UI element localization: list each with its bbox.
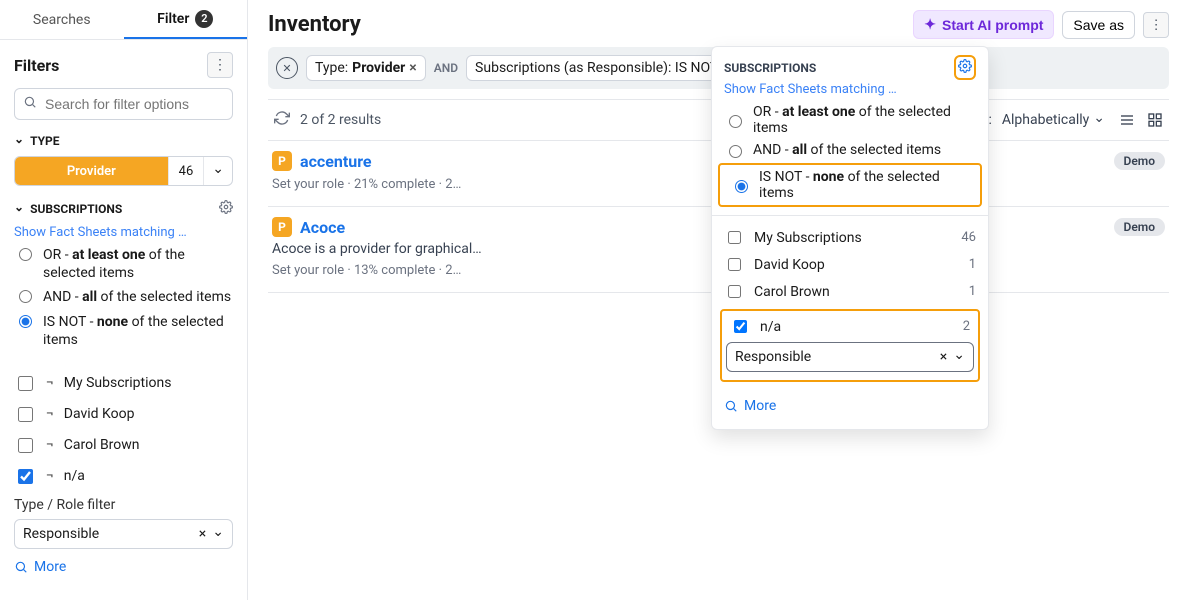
popover-role-value: Responsible xyxy=(735,349,934,365)
chip-type[interactable]: Type: Provider × xyxy=(306,55,426,81)
chip-type-close[interactable]: × xyxy=(409,60,416,76)
popover-role-select[interactable]: Responsible × xyxy=(726,342,974,372)
chevron-down-icon xyxy=(14,134,24,148)
tab-filter[interactable]: Filter 2 xyxy=(124,0,248,39)
sparkle-icon: ✦ xyxy=(924,16,936,33)
save-as-button[interactable]: Save as xyxy=(1062,11,1135,39)
subscriptions-section-label: Subscriptions xyxy=(30,202,122,216)
popover-check-my[interactable]: My Subscriptions46 xyxy=(712,224,988,251)
provider-badge: P xyxy=(272,151,292,171)
popover-gear-highlight[interactable] xyxy=(954,55,976,80)
popover-radio-isnot[interactable]: IS NOT - none of the selected items xyxy=(718,163,982,207)
provider-pill-label: Provider xyxy=(15,157,168,185)
type-provider-pill[interactable]: Provider 46 xyxy=(14,156,233,186)
popover-check-carol[interactable]: Carol Brown1 xyxy=(712,278,988,305)
sidebar-tabs: Searches Filter 2 xyxy=(0,0,247,40)
check-david-koop[interactable]: ¬David Koop xyxy=(14,404,233,425)
search-icon xyxy=(23,95,37,113)
demo-badge: Demo xyxy=(1114,152,1166,170)
popover-more-link[interactable]: More xyxy=(712,392,788,414)
filters-title: Filters xyxy=(14,56,59,75)
item-name-link[interactable]: accenture xyxy=(300,152,372,171)
tab-filter-label: Filter xyxy=(157,11,189,27)
page-title: Inventory xyxy=(268,12,361,37)
matching-hint: Show Fact Sheets matching … xyxy=(14,225,233,240)
popover-check-david[interactable]: David Koop1 xyxy=(712,251,988,278)
sort-select[interactable]: Alphabetically xyxy=(1002,112,1105,128)
start-ai-prompt-button[interactable]: ✦Start AI prompt xyxy=(913,10,1054,39)
chevron-down-icon xyxy=(1093,112,1105,128)
check-carol-brown[interactable]: ¬Carol Brown xyxy=(14,435,233,456)
radio-isnot-label: IS NOT - none of the selected items xyxy=(43,313,233,349)
filters-menu-icon[interactable]: ⋮ xyxy=(207,52,233,78)
clear-icon[interactable]: × xyxy=(940,349,947,365)
refresh-icon[interactable] xyxy=(274,110,290,130)
radio-and-input[interactable] xyxy=(19,290,32,303)
result-count: 2 of 2 results xyxy=(300,112,381,128)
clear-icon[interactable]: × xyxy=(199,526,206,542)
radio-isnot[interactable]: IS NOT - none of the selected items xyxy=(14,313,233,349)
and-operator: AND xyxy=(434,61,458,75)
filter-count-badge: 2 xyxy=(195,10,213,28)
popover-title: SUBSCRIPTIONS xyxy=(724,61,816,75)
type-section-label: Type xyxy=(30,134,59,148)
check-na[interactable]: ¬n/a xyxy=(14,466,233,487)
filter-search[interactable] xyxy=(14,88,233,120)
radio-and-label: AND - all of the selected items xyxy=(43,288,233,306)
popover-radio-and[interactable]: AND - all of the selected items xyxy=(712,139,988,161)
chevron-down-icon[interactable] xyxy=(953,349,965,365)
popover-hint: Show Fact Sheets matching … xyxy=(712,82,988,101)
header-more-button[interactable]: ⋮ xyxy=(1143,12,1169,38)
subscriptions-section-toggle[interactable]: Subscriptions xyxy=(14,200,233,217)
list-view-icon[interactable] xyxy=(1115,108,1139,132)
radio-or-input[interactable] xyxy=(19,248,32,261)
type-section-toggle[interactable]: Type xyxy=(14,134,233,148)
filter-search-input[interactable] xyxy=(43,95,228,113)
role-filter-label: Type / Role filter xyxy=(14,497,233,513)
check-my-subscriptions[interactable]: ¬My Subscriptions xyxy=(14,373,233,394)
radio-or[interactable]: OR - at least one of the selected items xyxy=(14,246,233,282)
demo-badge: Demo xyxy=(1114,218,1166,236)
popover-check-na[interactable]: n/a2 xyxy=(726,315,974,342)
provider-badge: P xyxy=(272,217,292,237)
role-filter-select[interactable]: Responsible × xyxy=(14,519,233,549)
item-name-link[interactable]: Acoce xyxy=(300,218,345,237)
role-filter-value: Responsible xyxy=(23,526,193,542)
provider-pill-caret[interactable] xyxy=(203,157,232,185)
radio-or-label: OR - at least one of the selected items xyxy=(43,246,233,282)
radio-and[interactable]: AND - all of the selected items xyxy=(14,288,233,306)
grid-view-icon[interactable] xyxy=(1143,108,1167,132)
provider-pill-count: 46 xyxy=(168,157,204,185)
gear-icon[interactable] xyxy=(219,200,233,217)
tab-searches[interactable]: Searches xyxy=(0,0,124,39)
clear-all-filters[interactable]: ✕ xyxy=(276,57,298,79)
chevron-down-icon xyxy=(14,202,24,216)
more-link[interactable]: More xyxy=(14,559,66,575)
subscriptions-popover: SUBSCRIPTIONS Show Fact Sheets matching … xyxy=(711,46,989,430)
popover-radio-or[interactable]: OR - at least one of the selected items xyxy=(712,101,988,139)
radio-isnot-input[interactable] xyxy=(19,315,32,328)
chevron-down-icon[interactable] xyxy=(212,526,224,542)
